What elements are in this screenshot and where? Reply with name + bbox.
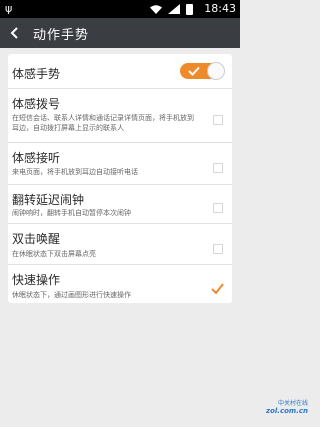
- watermark-logo: zol.com.cn: [266, 407, 308, 415]
- setting-title: 体感拨号: [12, 97, 61, 111]
- master-toggle-label: 体感手势: [12, 67, 61, 81]
- action-bar: 动作手势: [0, 18, 240, 48]
- setting-row-quick-action[interactable]: 快速操作 休眠状态下，通过画图形进行快速操作: [8, 265, 232, 303]
- status-bar: ψ 18:43: [0, 0, 240, 18]
- setting-row-flip-snooze[interactable]: 翻转延迟闹钟 闹钟响时，翻转手机自动暂停本次闹钟: [8, 185, 232, 223]
- setting-checkbox[interactable]: [213, 244, 223, 254]
- battery-icon: [186, 4, 193, 15]
- setting-description: 在休眠状态下双击屏幕点亮: [12, 250, 96, 258]
- check-icon[interactable]: [211, 283, 224, 294]
- setting-row-motion-dial[interactable]: 体感拨号 在短信会话、联系人详情和通话记录详情页面，将手机放到耳边，自动拨打屏幕…: [8, 89, 232, 142]
- setting-description: 休眠状态下，通过画图形进行快速操作: [12, 291, 131, 299]
- setting-title: 体感接听: [12, 151, 61, 165]
- setting-description: 闹钟响时，翻转手机自动暂停本次闹钟: [12, 209, 131, 217]
- watermark-text: 中关村在线: [277, 400, 308, 407]
- setting-title: 快速操作: [12, 273, 61, 287]
- status-time: 18:43: [204, 2, 236, 15]
- setting-description: 在短信会话、联系人详情和通话记录详情页面，将手机放到耳边，自动拨打屏幕上显示的联…: [12, 114, 194, 132]
- setting-title: 双击唤醒: [12, 232, 61, 246]
- signal-icon: [168, 4, 180, 14]
- master-toggle-switch[interactable]: [180, 62, 225, 80]
- page-title: 动作手势: [33, 28, 90, 43]
- setting-description: 来电页面，将手机放到耳边自动接听电话: [12, 168, 138, 176]
- setting-checkbox[interactable]: [213, 203, 223, 213]
- setting-checkbox[interactable]: [213, 163, 223, 173]
- settings-card: 体感手势 体感拨号 在短信会话、联系人详情和通话记录详情页面，将手机放到耳边，自…: [8, 54, 232, 303]
- setting-title: 翻转延迟闹钟: [12, 193, 85, 207]
- toggle-check-icon: [188, 66, 200, 76]
- usb-icon: ψ: [5, 2, 13, 15]
- wifi-icon: [150, 5, 162, 14]
- setting-row-double-tap-wake[interactable]: 双击唤醒 在休眠状态下双击屏幕点亮: [8, 224, 232, 264]
- back-arrow-icon[interactable]: [8, 26, 22, 40]
- toggle-knob: [207, 62, 225, 80]
- setting-row-motion-answer[interactable]: 体感接听 来电页面，将手机放到耳边自动接听电话: [8, 143, 232, 184]
- setting-checkbox[interactable]: [213, 115, 223, 125]
- master-toggle-row[interactable]: 体感手势: [8, 54, 232, 88]
